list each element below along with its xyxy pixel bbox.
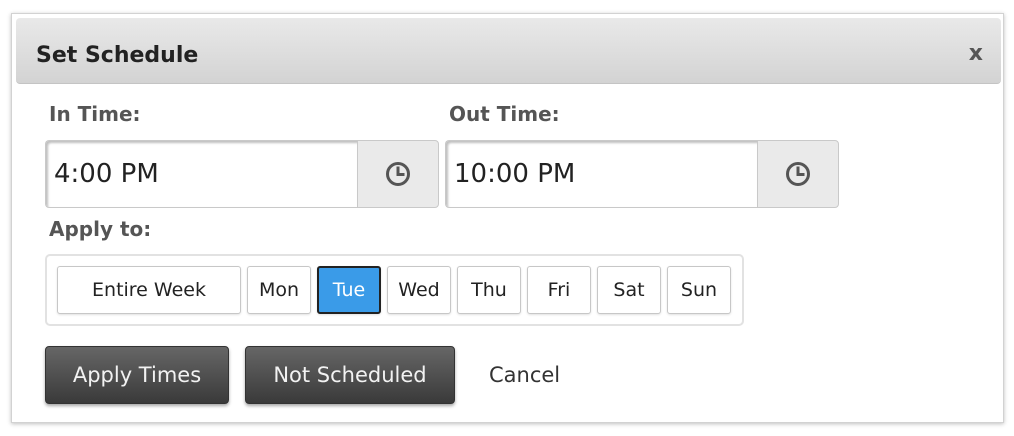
out-time-input[interactable] bbox=[445, 140, 757, 208]
day-button-entire-week[interactable]: Entire Week bbox=[57, 266, 241, 314]
out-time-picker-button[interactable] bbox=[757, 140, 839, 208]
out-time-group bbox=[445, 140, 839, 208]
day-button-wed[interactable]: Wed bbox=[387, 266, 451, 314]
set-schedule-dialog: Set Schedule x In Time: Out Time: Apply … bbox=[11, 13, 1004, 423]
day-button-tue[interactable]: Tue bbox=[317, 266, 381, 314]
dialog-header: Set Schedule x bbox=[16, 18, 1001, 84]
apply-times-button[interactable]: Apply Times bbox=[45, 346, 229, 404]
day-button-sun[interactable]: Sun bbox=[667, 266, 731, 314]
in-time-input[interactable] bbox=[45, 140, 357, 208]
apply-to-label: Apply to: bbox=[49, 217, 152, 241]
close-button[interactable]: x bbox=[969, 40, 983, 68]
not-scheduled-button[interactable]: Not Scheduled bbox=[245, 346, 455, 404]
in-time-picker-button[interactable] bbox=[357, 140, 439, 208]
in-time-label: In Time: bbox=[49, 102, 141, 126]
day-button-sat[interactable]: Sat bbox=[597, 266, 661, 314]
day-button-mon[interactable]: Mon bbox=[247, 266, 311, 314]
out-time-label: Out Time: bbox=[449, 102, 560, 126]
day-selector: Entire Week Mon Tue Wed Thu Fri Sat Sun bbox=[45, 254, 744, 326]
dialog-title: Set Schedule bbox=[36, 43, 199, 68]
in-time-group bbox=[45, 140, 439, 208]
clock-icon bbox=[386, 162, 410, 186]
cancel-link[interactable]: Cancel bbox=[489, 362, 560, 388]
clock-icon bbox=[786, 162, 810, 186]
day-button-thu[interactable]: Thu bbox=[457, 266, 521, 314]
day-button-fri[interactable]: Fri bbox=[527, 266, 591, 314]
